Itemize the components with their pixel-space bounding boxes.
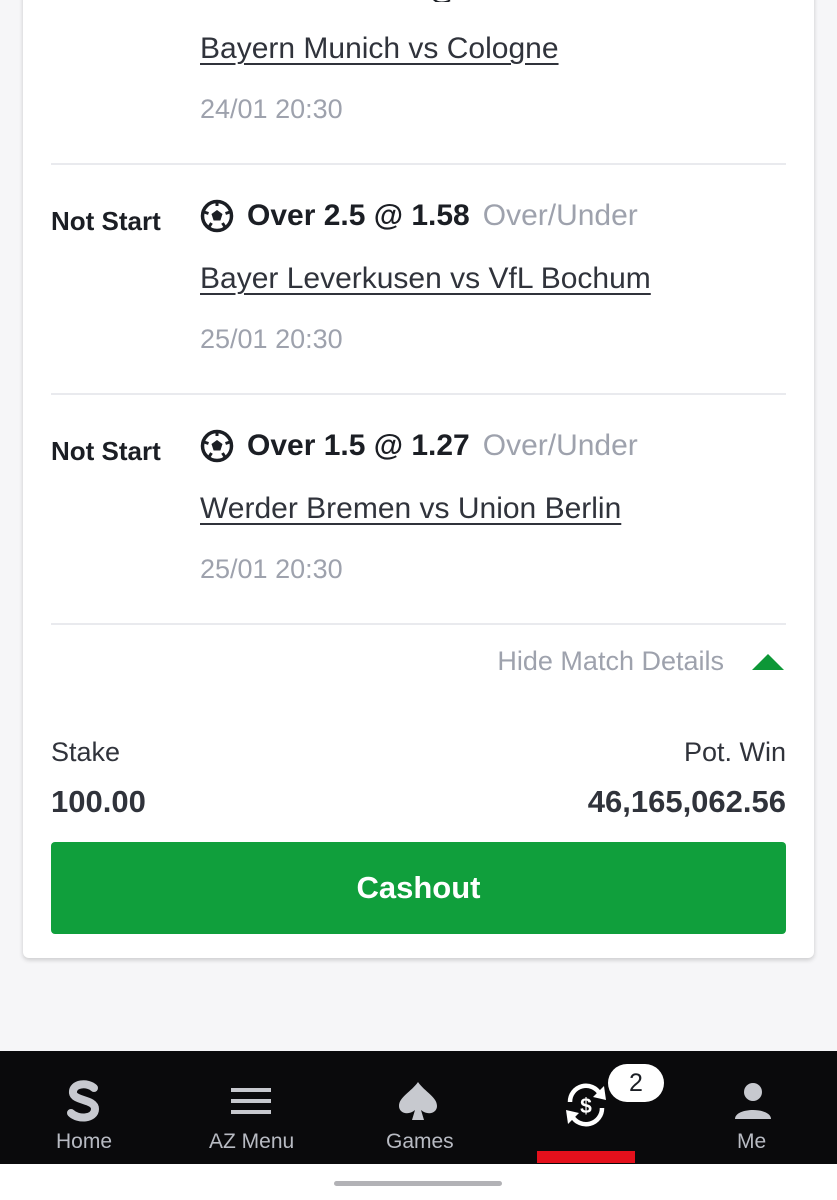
nav-item-az-menu[interactable]: AZ Menu [191,1051,311,1164]
stake-label: Stake [51,737,121,767]
selection-odds: Over 2.5 @ 1.58 [247,199,470,232]
svg-text:$: $ [580,1095,592,1118]
nav-item-me[interactable]: Me [693,1051,813,1164]
soccer-ball-icon [200,199,234,233]
clipped-selection-line: ● @ [201,0,461,2]
soccer-ball-icon-clipped: ● [205,0,222,2]
soccer-ball-icon [200,429,234,463]
system-gesture-area [0,1164,837,1200]
divider [51,623,786,625]
nav-item-home[interactable]: Home [24,1051,144,1164]
cashout-cycle-icon: $ [560,1079,612,1131]
match-link[interactable]: Bayer Leverkusen vs VfL Bochum [200,262,651,296]
sportybet-s-icon [61,1078,107,1124]
user-icon [730,1078,776,1124]
bet-slip-card: ● @ Bayern Munich vs Cologne 24/01 20:30… [23,0,814,958]
match-time: 25/01 20:30 [200,324,343,354]
stake-value: 100.00 [51,784,146,819]
nav-item-games[interactable]: Games [358,1051,478,1164]
bottom-nav: Home AZ Menu Games $ Me [0,1051,837,1164]
nav-label: Home [56,1130,113,1153]
nav-label: Me [737,1130,767,1153]
match-time: 25/01 20:30 [200,554,343,584]
selection-line: Over 1.5 @ 1.27 Over/Under [200,429,638,463]
match-time: 24/01 20:30 [200,94,343,124]
market-type: Over/Under [482,429,638,462]
selection-odds: Over 1.5 @ 1.27 [247,429,470,462]
match-link[interactable]: Bayern Munich vs Cologne [200,32,559,66]
pot-win-value: 46,165,062.56 [587,784,786,819]
leg-status: Not Start [51,206,161,236]
match-link[interactable]: Werder Bremen vs Union Berlin [200,492,621,526]
bet-history-screen: ● @ Bayern Munich vs Cologne 24/01 20:30… [0,0,837,1200]
bet-leg: Not Start Over 1.5 @ 1.27 Over/Under Wer… [23,395,814,625]
spade-icon [395,1078,441,1124]
pot-win-label: Pot. Win [683,737,786,767]
market-type: Over/Under [482,199,638,232]
cashout-button[interactable]: Cashout [51,842,786,934]
bet-leg-partial: ● @ Bayern Munich vs Cologne 24/01 20:30 [23,0,814,163]
bet-leg: Not Start Over 2.5 @ 1.58 Over/Under Bay… [23,165,814,395]
hamburger-menu-icon [228,1078,274,1124]
hide-match-details-toggle[interactable]: Hide Match Details [497,646,784,677]
cashout-count-badge: 2 [608,1064,664,1102]
active-tab-indicator [537,1151,635,1163]
home-gesture-bar[interactable] [334,1181,502,1186]
selection-line: Over 2.5 @ 1.58 Over/Under [200,199,638,233]
clipped-text-fragment: @ [429,0,456,2]
leg-status: Not Start [51,436,161,466]
toggle-label: Hide Match Details [497,646,724,676]
nav-label: AZ Menu [209,1130,295,1153]
nav-label: Games [386,1130,454,1153]
caret-up-icon [752,653,784,670]
